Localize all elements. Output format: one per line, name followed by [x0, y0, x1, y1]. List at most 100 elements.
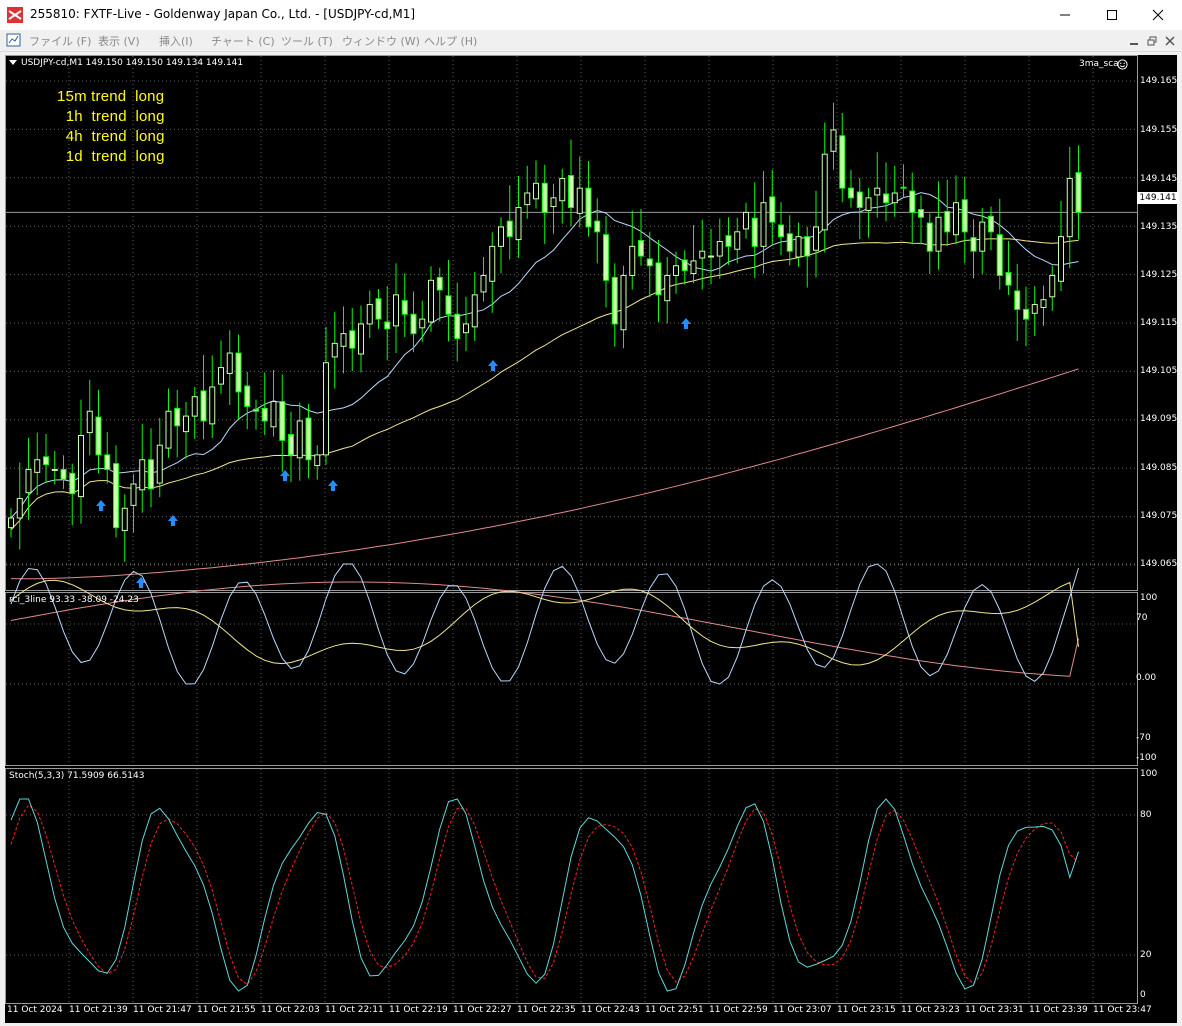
mdi-close-button[interactable] — [1163, 34, 1177, 47]
trend-1h: 1h trend long — [57, 108, 165, 125]
close-icon — [1165, 35, 1175, 46]
candle-body — [1058, 236, 1064, 282]
candle-body — [804, 236, 811, 257]
menu-tools[interactable]: ツール (T) — [281, 33, 333, 49]
candle-body — [288, 434, 294, 456]
candle-body — [393, 294, 399, 327]
candle-body — [891, 192, 898, 204]
candle-body — [375, 298, 382, 320]
maximize-button[interactable] — [1089, 0, 1135, 30]
chart-header: USDJPY-cd,M1 149.150 149.150 149.134 149… — [21, 58, 244, 68]
menu-window[interactable]: ウィンドウ (W) — [342, 33, 420, 49]
candle-body — [533, 182, 539, 200]
candle-body — [760, 202, 767, 247]
time-label: 11 Oct 22:27 — [453, 1005, 512, 1015]
candle-body — [909, 190, 916, 213]
rci-header: rci_3line 93.33 -38.09 -24.23 — [9, 595, 139, 605]
candle-body — [918, 208, 924, 218]
candle-body — [436, 276, 443, 291]
smiley-icon — [1117, 59, 1128, 70]
time-label: 11 Oct 22:35 — [517, 1005, 576, 1015]
candle-body — [331, 342, 338, 358]
price-chart[interactable] — [5, 55, 1177, 1023]
time-label: 11 Oct 21:39 — [69, 1005, 128, 1015]
candle-body — [1049, 274, 1056, 298]
candle-body — [559, 177, 566, 202]
mdi-minimize-button[interactable] — [1127, 34, 1141, 47]
time-label: 11 Oct 22:59 — [709, 1005, 768, 1015]
minimize-button[interactable] — [1042, 0, 1088, 30]
candle-body — [883, 193, 889, 204]
candle-body — [410, 313, 417, 335]
candle-body — [900, 186, 907, 189]
time-label: 11 Oct 22:19 — [389, 1005, 448, 1015]
candle-body — [253, 408, 259, 412]
time-label: 11 Oct 22:03 — [261, 1005, 320, 1015]
close-button[interactable] — [1135, 0, 1181, 30]
chart-window-icon — [6, 33, 21, 47]
candle-body — [43, 456, 49, 466]
candle-body — [384, 321, 391, 330]
candle-body — [821, 153, 828, 231]
candle-body — [95, 416, 102, 456]
candle-body — [620, 274, 627, 331]
menu-chart[interactable]: チャート (C) — [211, 33, 275, 49]
candle-body — [585, 187, 592, 228]
price-label: 149.155 — [1140, 125, 1178, 135]
time-label: 11 Oct 22:11 — [325, 1005, 384, 1015]
time-label: 11 Oct 21:47 — [133, 1005, 192, 1015]
candle-body — [751, 217, 758, 247]
expert-name: 3ma_sca — [1079, 59, 1119, 69]
candle-body — [139, 459, 146, 491]
candle-body — [786, 233, 793, 252]
candle-body — [681, 259, 688, 272]
rci-level: 70 — [1136, 613, 1148, 623]
window-title: 255810: FXTF-Live - Goldenway Japan Co.,… — [30, 7, 416, 21]
price-label: 149.085 — [1140, 463, 1178, 473]
candle-body — [25, 468, 32, 494]
candle-body — [848, 187, 854, 199]
title-bar: 255810: FXTF-Live - Goldenway Japan Co.,… — [0, 0, 1182, 30]
menu-insert[interactable]: 挿入(I) — [159, 33, 193, 49]
candle-body — [725, 235, 732, 247]
time-label: 11 Oct 23:31 — [965, 1005, 1024, 1015]
current-price-label: 149.141 — [1137, 192, 1179, 204]
rci-level: -100 — [1136, 753, 1157, 763]
menu-bar: ファイル (F) 表示 (V) 挿入(I) チャート (C) ツール (T) ウ… — [0, 30, 1182, 52]
candle-body — [953, 202, 959, 236]
candle-body — [655, 262, 662, 296]
candle-body — [78, 435, 84, 498]
candle-body — [708, 255, 714, 258]
menu-view[interactable]: 表示 (V) — [98, 33, 140, 49]
maximize-icon — [1107, 10, 1117, 20]
rci-level: 100 — [1140, 593, 1158, 603]
candle-body — [716, 241, 723, 257]
time-label: 11 Oct 2024 — [7, 1005, 63, 1015]
candle-body — [874, 187, 881, 196]
candle-body — [1040, 299, 1047, 308]
candle-body — [611, 276, 618, 325]
candle-body — [515, 207, 522, 241]
menu-file[interactable]: ファイル (F) — [29, 33, 91, 49]
candle-body — [209, 386, 216, 425]
candle-body — [270, 401, 277, 428]
candle-body — [60, 468, 67, 480]
candle-body — [305, 417, 312, 461]
minimize-icon — [1060, 14, 1070, 16]
candle-body — [113, 463, 119, 529]
candle-body — [1014, 290, 1021, 310]
candle-body — [646, 258, 653, 267]
trend-1d: 1d trend long — [57, 148, 165, 165]
menu-help[interactable]: ヘルプ (H) — [424, 33, 477, 49]
candle-body — [340, 333, 347, 347]
candle-body — [235, 352, 242, 393]
candle-body — [218, 367, 224, 385]
candle-body — [1023, 308, 1029, 320]
candle-body — [944, 210, 951, 233]
candle-body — [244, 385, 251, 407]
candle-body — [156, 444, 163, 484]
candle-body — [1005, 272, 1012, 286]
time-label: 11 Oct 23:39 — [1029, 1005, 1088, 1015]
time-label: 11 Oct 23:47 — [1093, 1005, 1152, 1015]
mdi-restore-button[interactable] — [1145, 34, 1159, 47]
